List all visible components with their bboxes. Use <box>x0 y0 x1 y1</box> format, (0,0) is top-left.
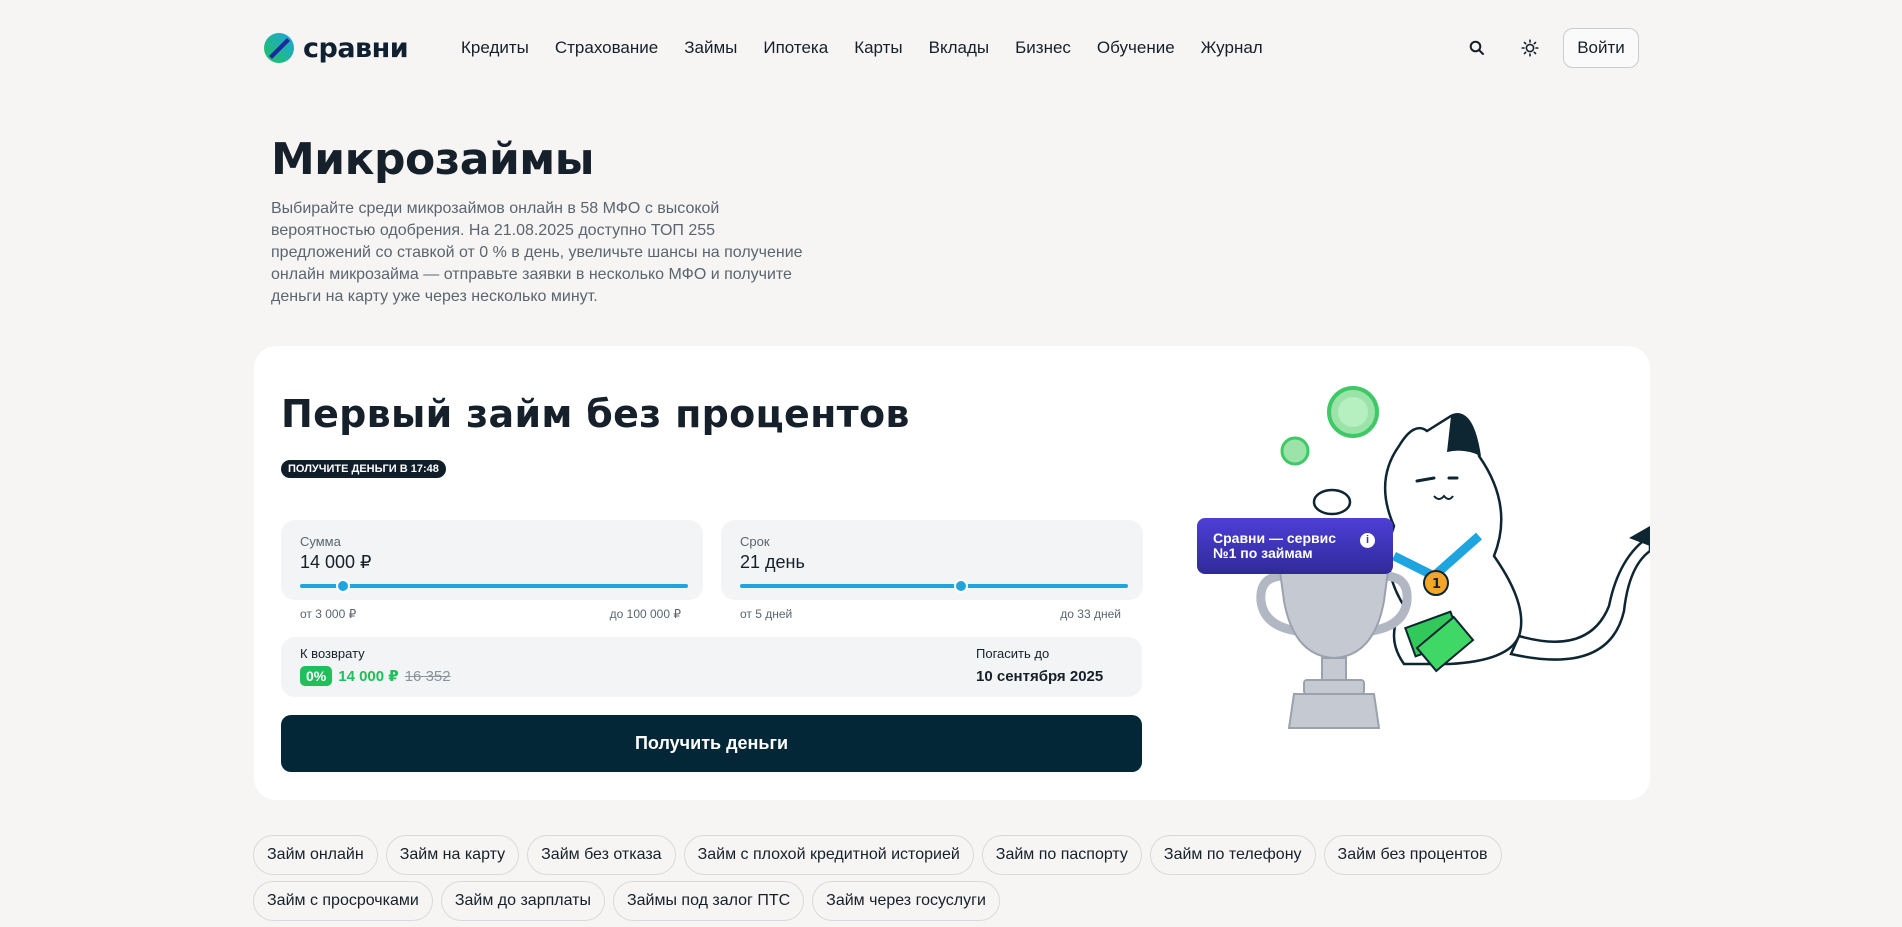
return-label: К возврату <box>300 646 365 661</box>
return-amount: 14 000 ₽ <box>338 668 399 685</box>
return-old-amount: 16 352 <box>404 667 451 685</box>
term-slider[interactable]: Срок 21 день от 5 дней до 33 дней <box>721 520 1143 621</box>
coin-small <box>1280 436 1310 466</box>
amount-min: от 3 000 ₽ <box>300 607 357 621</box>
tag-bad-credit[interactable]: Займ с плохой кредитной историей <box>683 835 974 875</box>
cat-trophy-illustration: 1 <box>1256 386 1650 729</box>
amount-max: до 100 000 ₽ <box>609 607 681 621</box>
promo-title: Первый займ без процентов <box>281 392 910 436</box>
theme-toggle-button[interactable] <box>1516 34 1544 62</box>
brand-name: сравни <box>303 32 409 64</box>
svg-text:1: 1 <box>1432 577 1441 592</box>
main-nav: Кредиты Страхование Займы Ипотека Карты … <box>461 38 1263 58</box>
search-icon <box>1469 40 1484 55</box>
amount-label: Сумма <box>300 534 341 549</box>
badge-line-2: №1 по займам <box>1213 545 1313 561</box>
rate-badge: 0% <box>300 666 333 686</box>
tag-no-refusal[interactable]: Займ без отказа <box>527 835 676 875</box>
info-icon[interactable]: i <box>1360 533 1375 548</box>
tag-passport[interactable]: Займ по паспорту <box>981 835 1142 875</box>
due-label: Погасить до <box>976 646 1050 661</box>
tag-no-interest[interactable]: Займ без процентов <box>1323 835 1502 875</box>
page-title: Микрозаймы <box>271 134 595 185</box>
tag-online-loan[interactable]: Займ онлайн <box>253 835 378 875</box>
tag-phone[interactable]: Займ по телефону <box>1149 835 1316 875</box>
login-button[interactable]: Войти <box>1563 28 1639 68</box>
service-badge: Сравни — сервис №1 по займам i <box>1197 518 1393 574</box>
tag-payday[interactable]: Займ до зарплаты <box>440 881 605 921</box>
nav-item-cards[interactable]: Карты <box>854 38 902 58</box>
loan-promo-card: Первый займ без процентов ПОЛУЧИТЕ ДЕНЬГ… <box>254 346 1650 800</box>
trophy <box>1256 555 1412 729</box>
term-min: от 5 дней <box>740 607 793 621</box>
amount-slider[interactable]: Сумма 14 000 ₽ от 3 000 ₽ до 100 000 ₽ <box>281 520 703 621</box>
nav-item-insurance[interactable]: Страхование <box>555 38 658 58</box>
tags-row-1: Займ онлайн Займ на карту Займ без отказ… <box>253 835 1502 875</box>
nav-item-deposits[interactable]: Вклады <box>929 38 989 58</box>
sun-icon <box>1521 39 1539 57</box>
tags-row-2: Займ с просрочками Займ до зарплаты Займ… <box>253 881 1000 921</box>
get-money-button[interactable]: Получить деньги <box>281 715 1142 772</box>
tag-gosuslugi[interactable]: Займ через госуслуги <box>812 881 1000 921</box>
nav-item-loans[interactable]: Займы <box>684 38 737 58</box>
amount-slider-thumb[interactable] <box>335 579 350 593</box>
brand-logo[interactable]: сравни <box>263 31 409 65</box>
nav-item-education[interactable]: Обучение <box>1097 38 1175 58</box>
tag-pts-collateral[interactable]: Займы под залог ПТС <box>612 881 805 921</box>
due-date: 10 сентября 2025 <box>976 668 1104 685</box>
term-label: Срок <box>740 534 770 549</box>
logo-icon <box>264 33 294 63</box>
tag-overdue[interactable]: Займ с просрочками <box>253 881 433 921</box>
page-description: Выбирайте среди микрозаймов онлайн в 58 … <box>271 200 803 305</box>
term-slider-track[interactable] <box>740 584 1128 588</box>
nav-item-mortgage[interactable]: Ипотека <box>763 38 828 58</box>
tag-card-loan[interactable]: Займ на карту <box>385 835 520 875</box>
timer-badge: ПОЛУЧИТЕ ДЕНЬГИ В 17:48 <box>281 460 446 478</box>
search-button[interactable] <box>1463 34 1491 62</box>
nav-item-credits[interactable]: Кредиты <box>461 38 529 58</box>
term-max: до 33 дней <box>1060 607 1121 621</box>
cat-tail <box>1509 534 1650 661</box>
term-value: 21 день <box>740 552 805 572</box>
amount-value: 14 000 ₽ <box>300 552 372 572</box>
nav-item-journal[interactable]: Журнал <box>1201 38 1263 58</box>
nav-item-business[interactable]: Бизнес <box>1015 38 1071 58</box>
return-row: 0% 14 000 ₽ 16 352 <box>300 666 451 686</box>
term-slider-thumb[interactable] <box>954 579 969 593</box>
site-header: сравни Кредиты Страхование Займы Ипотека… <box>0 0 1902 96</box>
amount-slider-track[interactable] <box>300 584 688 588</box>
return-summary: К возврату 0% 14 000 ₽ 16 352 Погасить д… <box>281 637 1142 697</box>
